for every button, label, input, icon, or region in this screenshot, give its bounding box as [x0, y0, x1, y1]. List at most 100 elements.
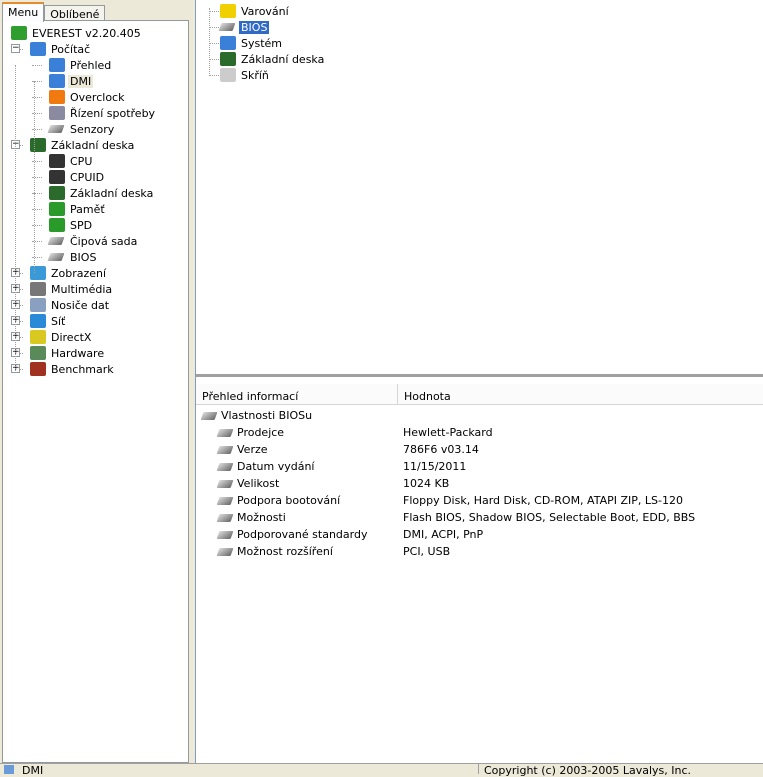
- tree-item[interactable]: Paměť: [49, 201, 107, 217]
- field-cell: Možnost rozšíření: [196, 545, 333, 559]
- chip-icon: [47, 122, 65, 136]
- computer-icon: [49, 74, 65, 88]
- value-cell: 786F6 v03.14: [403, 443, 479, 456]
- tree-item[interactable]: SPD: [49, 217, 94, 233]
- tree-item[interactable]: CPUID: [49, 169, 106, 185]
- tree-item[interactable]: Nosiče dat: [30, 297, 111, 313]
- network-globe-icon: [30, 314, 46, 328]
- tree-item-label: Základní deska: [70, 186, 154, 200]
- menu-tree[interactable]: EVEREST v2.20.405 Počítač − Přehled DMI Overc…: [2, 20, 189, 763]
- tree-item[interactable]: DirectX: [30, 329, 93, 345]
- column-header-field[interactable]: Přehled informací: [196, 384, 398, 405]
- tree-item[interactable]: Přehled: [49, 57, 113, 73]
- tree-item-label: Přehled: [70, 58, 112, 72]
- value-cell: DMI, ACPI, PnP: [403, 528, 484, 541]
- storage-icon: [30, 298, 46, 312]
- tree-item[interactable]: Síť: [30, 313, 67, 329]
- tree-item-label: Síť: [51, 314, 66, 328]
- field-cell: Prodejce: [196, 426, 284, 440]
- tree-item[interactable]: EVEREST v2.20.405: [11, 25, 143, 41]
- category-item-label: Varování: [241, 4, 289, 18]
- tab-menu[interactable]: Menu: [2, 2, 45, 22]
- display-icon: [30, 266, 46, 280]
- chip-icon: [216, 477, 234, 491]
- collapse-icon[interactable]: −: [11, 44, 20, 53]
- column-header-value[interactable]: Hodnota: [398, 384, 457, 405]
- tree-item[interactable]: Overclock: [49, 89, 126, 105]
- field-cell: Podporované standardy: [196, 528, 367, 542]
- table-row[interactable]: Verze 786F6 v03.14: [196, 441, 756, 458]
- category-item[interactable]: Systém: [220, 35, 284, 51]
- table-row[interactable]: Datum vydání 11/15/2011: [196, 458, 756, 475]
- field-cell: Možnosti: [196, 511, 286, 525]
- category-item-label: BIOS: [239, 20, 270, 34]
- category-item-label: Základní deska: [241, 52, 325, 66]
- field-label: Verze: [237, 443, 268, 456]
- memory-icon: [49, 202, 65, 216]
- case-icon: [220, 68, 236, 82]
- content-area: Varování BIOS Systém Základní deska Skříň Př…: [195, 0, 763, 763]
- motherboard-icon: [30, 138, 46, 152]
- list-group[interactable]: Vlastnosti BIOSu: [200, 407, 762, 424]
- tree-item-label: Počítač: [51, 42, 91, 56]
- table-row[interactable]: Podpora bootování Floppy Disk, Hard Disk,…: [196, 492, 756, 509]
- table-row[interactable]: Možnost rozšíření PCI, USB: [196, 543, 756, 560]
- tree-item-label: CPU: [70, 154, 93, 168]
- tree-item[interactable]: DMI: [49, 73, 94, 89]
- tree-item-label: CPUID: [70, 170, 105, 184]
- everest-info-icon: [11, 26, 27, 40]
- field-label: Možnost rozšíření: [237, 545, 333, 558]
- speaker-icon: [30, 282, 46, 296]
- value-cell: Floppy Disk, Hard Disk, CD-ROM, ATAPI ZI…: [403, 494, 683, 507]
- directx-icon: [30, 330, 46, 344]
- table-row[interactable]: Podporované standardy DMI, ACPI, PnP: [196, 526, 756, 543]
- tree-item-label: DirectX: [51, 330, 92, 344]
- category-tree[interactable]: Varování BIOS Systém Základní deska Skříň: [196, 0, 763, 377]
- tree-item-label: Paměť: [70, 202, 105, 216]
- info-list[interactable]: Přehled informací Hodnota Vlastnosti BIO…: [196, 380, 763, 763]
- tree-item[interactable]: Čipová sada: [47, 233, 139, 249]
- category-item[interactable]: Skříň: [220, 67, 271, 83]
- tree-item[interactable]: Počítač: [30, 41, 92, 57]
- chip-icon: [216, 545, 234, 559]
- field-label: Prodejce: [237, 426, 285, 439]
- category-item-label: Systém: [241, 36, 283, 50]
- tree-item-label: Základní deska: [51, 138, 135, 152]
- tree-item[interactable]: Základní deska: [30, 137, 136, 153]
- motherboard-icon: [220, 52, 236, 66]
- table-row[interactable]: Velikost 1024 KB: [196, 475, 756, 492]
- chip-icon: [216, 511, 234, 525]
- computer-icon: [30, 42, 46, 56]
- computer-icon: [49, 58, 65, 72]
- value-cell: PCI, USB: [403, 545, 451, 558]
- tree-item[interactable]: Senzory: [47, 121, 116, 137]
- tree-item[interactable]: Základní deska: [49, 185, 155, 201]
- tree-item[interactable]: Řízení spotřeby: [49, 105, 157, 121]
- tree-item[interactable]: BIOS: [47, 249, 98, 265]
- category-item[interactable]: Varování: [220, 3, 291, 19]
- tree-item-label: Čipová sada: [70, 234, 138, 248]
- tree-item[interactable]: Benchmark: [30, 361, 116, 377]
- tree-item[interactable]: Zobrazení: [30, 265, 108, 281]
- power-management-icon: [49, 106, 65, 120]
- left-tabs: Menu Oblíbené: [2, 2, 106, 23]
- list-header: Přehled informací Hodnota: [196, 384, 763, 405]
- chip-icon: [216, 460, 234, 474]
- tree-item[interactable]: Multimédia: [30, 281, 114, 297]
- tree-item-label: Senzory: [70, 122, 115, 136]
- tree-item[interactable]: Hardware: [30, 345, 106, 361]
- category-item[interactable]: BIOS: [218, 19, 270, 35]
- chip-icon: [47, 250, 65, 264]
- chip-icon: [216, 528, 234, 542]
- field-cell: Velikost: [196, 477, 279, 491]
- field-label: Podpora bootování: [237, 494, 341, 507]
- category-item[interactable]: Základní deska: [220, 51, 326, 67]
- table-row[interactable]: Prodejce Hewlett-Packard: [196, 424, 756, 441]
- tree-item-label: Nosiče dat: [51, 298, 110, 312]
- tree-item[interactable]: CPU: [49, 153, 94, 169]
- tree-item-label: Řízení spotřeby: [70, 106, 156, 120]
- chip-icon: [216, 443, 234, 457]
- field-cell: Datum vydání: [196, 460, 314, 474]
- table-row[interactable]: Možnosti Flash BIOS, Shadow BIOS, Selecta…: [196, 509, 756, 526]
- status-copyright: Copyright (c) 2003-2005 Lavalys, Inc.: [484, 764, 691, 777]
